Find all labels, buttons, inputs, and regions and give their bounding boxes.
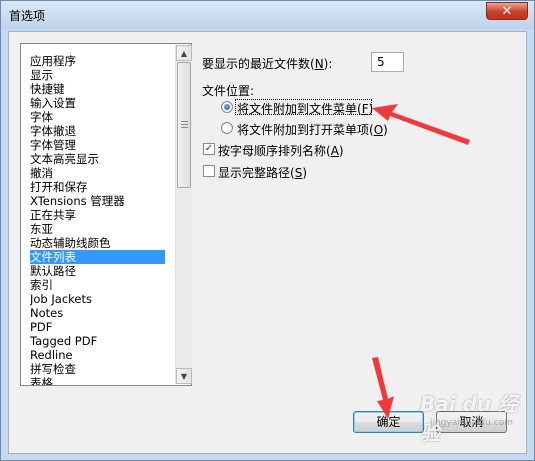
category-list-item[interactable]: 撤消 (30, 166, 53, 180)
category-list-item[interactable]: 字体 (30, 110, 53, 124)
category-list-item[interactable]: Redline (30, 348, 73, 362)
category-list-item[interactable]: 打开和保存 (30, 180, 88, 194)
category-list-item[interactable]: 默认路径 (30, 264, 76, 278)
checkbox-full-path-label[interactable]: 显示完整路径(S) (218, 164, 307, 181)
category-list-item[interactable]: 应用程序 (30, 54, 76, 68)
scroll-up-arrow-icon[interactable]: ▲ (176, 45, 192, 61)
scroll-down-arrow-icon[interactable]: ▼ (176, 368, 192, 384)
category-list-item[interactable]: 动态辅助线颜色 (30, 236, 111, 250)
checkbox-full-path[interactable] (203, 165, 215, 177)
category-list-scrollbar[interactable]: ▲ ▼ (175, 45, 192, 384)
category-list-item[interactable]: 文本高亮显示 (30, 152, 99, 166)
checkbox-alphabetical-label[interactable]: 按字母顺序排列名称(A) (218, 142, 344, 159)
watermark-url: jingyan.baidu.com (430, 418, 514, 428)
category-list-item[interactable]: 显示 (30, 68, 53, 82)
watermark-logo: Bai du 经验 (420, 392, 519, 445)
category-list-item[interactable]: 字体管理 (30, 138, 76, 152)
thumb-grip (181, 121, 188, 122)
checkbox-alphabetical[interactable]: ✓ (203, 143, 215, 155)
category-list-item[interactable]: 文件列表 (30, 250, 165, 264)
category-list-item[interactable]: Tagged PDF (30, 334, 97, 348)
radio-open-menu[interactable] (221, 122, 233, 134)
category-list-item[interactable]: Notes (30, 306, 63, 320)
category-list-item[interactable]: 表格 (30, 376, 53, 385)
category-list-item[interactable]: 字体撤退 (30, 124, 76, 138)
window-title: 首选项 (9, 9, 46, 23)
recent-count-input[interactable]: 5 (371, 52, 404, 72)
thumb-grip (181, 127, 188, 128)
category-list-item[interactable]: 拼写检查 (30, 362, 76, 376)
close-icon: ✕ (501, 3, 513, 19)
radio-open-menu-label[interactable]: 将文件附加到打开菜单项(O) (237, 121, 388, 138)
close-button[interactable]: ✕ (486, 2, 528, 20)
category-list-items: 应用程序 显示 快捷键 输入设置 字体 字体撤退 字体管理 文本高亮显示 撤消 打开和保存 XTen… (30, 54, 175, 385)
category-list[interactable]: 应用程序 显示 快捷键 输入设置 字体 字体撤退 字体管理 文本高亮显示 撤消 打开和保存 XTen… (20, 43, 192, 386)
radio-file-menu-label[interactable]: 将文件附加到文件菜单(F) (237, 100, 373, 117)
ok-button[interactable]: 确定 (353, 411, 424, 433)
category-list-item[interactable]: 索引 (30, 278, 53, 292)
category-list-item[interactable]: Job Jackets (30, 292, 92, 306)
category-list-item[interactable]: PDF (30, 320, 52, 334)
thumb-grip (181, 124, 188, 125)
category-list-item[interactable]: 快捷键 (30, 82, 65, 96)
scrollbar-thumb[interactable] (177, 62, 191, 188)
category-list-item[interactable]: 正在共享 (30, 208, 76, 222)
radio-file-menu[interactable] (221, 101, 233, 113)
category-list-item[interactable]: 输入设置 (30, 96, 76, 110)
file-location-label: 文件位置: (202, 84, 255, 98)
category-list-item[interactable]: XTensions 管理器 (30, 194, 125, 208)
category-list-item[interactable]: 东亚 (30, 222, 53, 236)
title-bar[interactable]: 首选项 ✕ (1, 1, 534, 29)
recent-count-label: 要显示的最近文件数(N): (202, 57, 333, 71)
